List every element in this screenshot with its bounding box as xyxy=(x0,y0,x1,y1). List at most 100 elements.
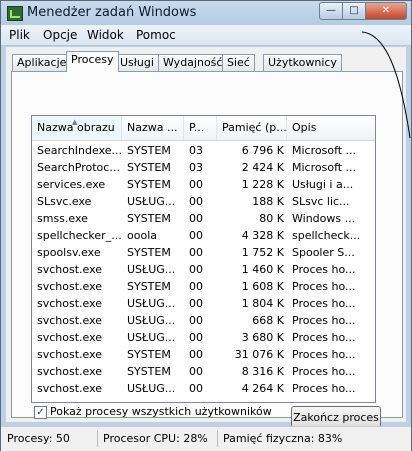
table-row[interactable]: services.exe SYSTEM 00 1 228 K Usługi i a... xyxy=(32,176,375,193)
cell-memory: 1 228 K xyxy=(241,178,284,191)
cell-cpu: 00 xyxy=(189,246,203,259)
column-header-memory[interactable]: Pamięć (p... xyxy=(217,116,287,140)
menu-view[interactable]: Widok xyxy=(87,28,124,42)
cell-user-name: SYSTEM xyxy=(127,246,171,259)
cell-image-name: spoolsv.exe xyxy=(37,246,101,259)
table-row[interactable]: svchost.exe SYSTEM 00 8 316 K Proces ho... xyxy=(32,363,375,380)
cell-description: Microsoft ... xyxy=(292,144,357,157)
cell-image-name: svchost.exe xyxy=(37,280,103,293)
table-row[interactable]: svchost.exe SYSTEM 00 31 076 K Proces ho... xyxy=(32,346,375,363)
table-row[interactable]: SearchProtoc... SYSTEM 03 2 424 K Microsoft … xyxy=(32,159,375,176)
cell-cpu: 00 xyxy=(189,212,203,225)
cell-image-name: svchost.exe xyxy=(37,348,103,361)
cell-image-name: services.exe xyxy=(37,178,106,191)
cell-user-name: ooola xyxy=(127,229,157,242)
cell-memory: 31 076 K xyxy=(234,348,284,361)
status-divider xyxy=(217,430,218,447)
table-row[interactable]: svchost.exe SYSTEM 00 1 608 K Proces ho... xyxy=(32,278,375,295)
cell-memory: 2 424 K xyxy=(241,161,284,174)
cell-cpu: 00 xyxy=(189,195,203,208)
tab-performance[interactable]: Wydajność xyxy=(158,54,228,71)
cell-image-name: spellchecker_... xyxy=(37,229,122,242)
cell-description: spellcheck... xyxy=(292,229,361,242)
status-divider xyxy=(97,430,98,447)
window-title: Menedżer zadań Windows xyxy=(27,5,197,20)
cell-memory: 1 608 K xyxy=(241,280,284,293)
cell-user-name: USŁUG... xyxy=(127,314,176,327)
tab-network[interactable]: Sieć xyxy=(222,54,255,71)
cell-description: Proces ho... xyxy=(292,314,356,327)
column-header-image-name[interactable]: ▲ Nazwa obrazu xyxy=(32,116,122,140)
menu-options[interactable]: Opcje xyxy=(43,28,77,42)
minimize-button[interactable]: — xyxy=(319,2,343,20)
client-area: Aplikacje Procesy Usługi Wydajność Sieć … xyxy=(6,47,406,429)
title-bar[interactable]: Menedżer zadań Windows — □ ✕ xyxy=(1,1,411,25)
tab-processes[interactable]: Procesy xyxy=(66,51,119,72)
tab-services[interactable]: Usługi xyxy=(115,54,159,71)
cell-user-name: USŁUG... xyxy=(127,382,176,395)
menu-bar: Plik Opcje Widok Pomoc xyxy=(1,25,411,46)
show-all-users-label: Pokaż procesy wszystkich użytkowników xyxy=(50,405,272,418)
process-list[interactable]: ▲ Nazwa obrazu Nazwa ... P... Pamięć (p.… xyxy=(31,115,376,403)
table-row[interactable]: svchost.exe USŁUG... 00 4 264 K Proces ho... xyxy=(32,380,375,397)
cell-cpu: 03 xyxy=(189,161,203,174)
cell-description: Proces ho... xyxy=(292,365,356,378)
cell-image-name: svchost.exe xyxy=(37,365,103,378)
list-header: ▲ Nazwa obrazu Nazwa ... P... Pamięć (p.… xyxy=(32,116,375,141)
cell-description: Spooler S... xyxy=(292,246,355,259)
table-row[interactable]: SLsvc.exe USŁUG... 00 188 K SLsvc lic... xyxy=(32,193,375,210)
table-row[interactable]: SearchIndexe... SYSTEM 03 6 796 K Microsoft … xyxy=(32,142,375,159)
cell-description: Proces ho... xyxy=(292,280,356,293)
cell-cpu: 00 xyxy=(189,229,203,242)
cell-image-name: svchost.exe xyxy=(37,314,103,327)
cell-image-name: svchost.exe xyxy=(37,263,103,276)
cell-user-name: SYSTEM xyxy=(127,365,171,378)
cell-user-name: USŁUG... xyxy=(127,263,176,276)
cell-memory: 1 460 K xyxy=(241,263,284,276)
cell-image-name: svchost.exe xyxy=(37,331,103,344)
table-row[interactable]: svchost.exe USŁUG... 00 668 K Proces ho... xyxy=(32,312,375,329)
cell-user-name: USŁUG... xyxy=(127,331,176,344)
cell-memory: 4 328 K xyxy=(241,229,284,242)
cell-user-name: SYSTEM xyxy=(127,161,171,174)
cell-memory: 6 796 K xyxy=(241,144,284,157)
cell-description: Usługi i a... xyxy=(292,178,354,191)
cell-image-name: SearchIndexe... xyxy=(37,144,122,157)
menu-help[interactable]: Pomoc xyxy=(136,28,176,42)
cell-description: Proces ho... xyxy=(292,331,356,344)
cell-cpu: 03 xyxy=(189,144,203,157)
maximize-button[interactable]: □ xyxy=(342,2,366,20)
cell-user-name: SYSTEM xyxy=(127,348,171,361)
cell-cpu: 00 xyxy=(189,365,203,378)
cell-user-name: SYSTEM xyxy=(127,178,171,191)
show-all-users-checkbox[interactable]: ✓ xyxy=(34,406,47,419)
cell-cpu: 00 xyxy=(189,331,203,344)
task-manager-window: Menedżer zadań Windows — □ ✕ Plik Opcje … xyxy=(0,0,412,451)
cell-cpu: 00 xyxy=(189,178,203,191)
tab-applications[interactable]: Aplikacje xyxy=(12,54,72,71)
cell-image-name: svchost.exe xyxy=(37,382,103,395)
status-bar: Procesy: 50 Procesor CPU: 28% Pamięć fiz… xyxy=(1,426,411,451)
pointer-stroke-icon xyxy=(361,31,411,139)
table-row[interactable]: spellchecker_... ooola 00 4 328 K spellcheck… xyxy=(32,227,375,244)
table-row[interactable]: svchost.exe USŁUG... 00 1 804 K Proces ho... xyxy=(32,295,375,312)
cell-memory: 80 K xyxy=(259,212,284,225)
tab-users[interactable]: Użytkownicy xyxy=(263,54,342,71)
table-row[interactable]: svchost.exe USŁUG... 00 1 460 K Proces ho... xyxy=(32,261,375,278)
table-row[interactable]: smss.exe SYSTEM 00 80 K Windows ... xyxy=(32,210,375,227)
cell-image-name: SearchProtoc... xyxy=(37,161,120,174)
close-button[interactable]: ✕ xyxy=(365,2,407,20)
cell-image-name: svchost.exe xyxy=(37,297,103,310)
cell-image-name: smss.exe xyxy=(37,212,88,225)
menu-file[interactable]: Plik xyxy=(9,28,30,42)
column-header-cpu[interactable]: P... xyxy=(184,116,217,140)
table-row[interactable]: svchost.exe USŁUG... 00 3 680 K Proces ho... xyxy=(32,329,375,346)
cell-cpu: 00 xyxy=(189,297,203,310)
sort-ascending-icon: ▲ xyxy=(72,118,78,126)
table-row[interactable]: spoolsv.exe SYSTEM 00 1 752 K Spooler S... xyxy=(32,244,375,261)
cell-description: Proces ho... xyxy=(292,263,356,276)
task-manager-app-icon xyxy=(7,6,23,21)
cell-description: Proces ho... xyxy=(292,348,356,361)
column-header-user-name[interactable]: Nazwa ... xyxy=(122,116,184,140)
cell-description: Windows ... xyxy=(292,212,356,225)
